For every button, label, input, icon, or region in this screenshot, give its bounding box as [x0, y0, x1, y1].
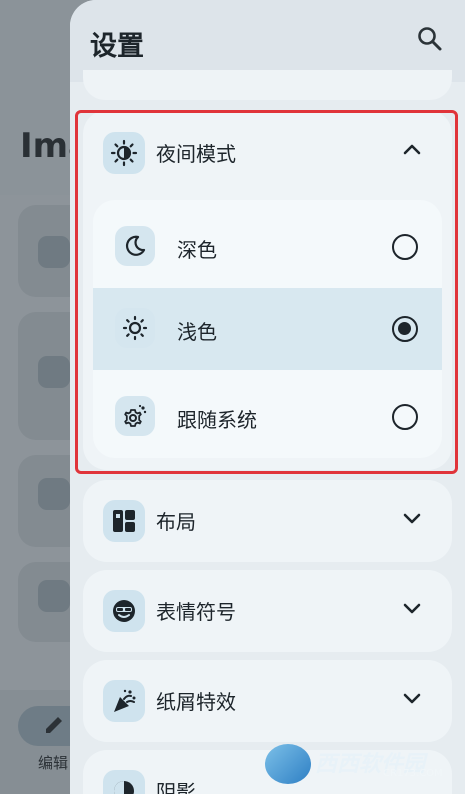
option-light[interactable]: 浅色 [93, 288, 442, 370]
watermark-logo [265, 744, 311, 784]
sun-icon [115, 308, 155, 348]
night-mode-label: 夜间模式 [156, 142, 236, 166]
option-light-label: 浅色 [177, 320, 217, 344]
watermark: 西西软件园 CR173.COM [265, 742, 445, 786]
background-list-icon [38, 356, 70, 388]
section-layout[interactable]: 布局 [83, 480, 452, 562]
option-follow-system-radio[interactable] [392, 404, 418, 430]
section-shadow-label: 阴影 [156, 780, 196, 794]
option-dark-radio[interactable] [392, 234, 418, 260]
confetti-icon [103, 680, 145, 722]
night-mode-section: 夜间模式 深色 浅色 跟随系统 [83, 110, 452, 470]
layout-icon [103, 500, 145, 542]
night-mode-options: 深色 浅色 跟随系统 [93, 200, 442, 458]
background-crop-icon [38, 580, 70, 612]
section-emoji-label: 表情符号 [156, 600, 236, 624]
background-nav-label: 编辑 [38, 754, 69, 772]
section-layout-label: 布局 [156, 510, 196, 534]
option-dark[interactable]: 深色 [93, 206, 442, 288]
search-icon [418, 27, 442, 51]
night-mode-icon [103, 132, 145, 174]
option-dark-label: 深色 [177, 238, 217, 262]
section-confetti[interactable]: 纸屑特效 [83, 660, 452, 742]
chevron-up-icon[interactable] [402, 142, 422, 156]
option-follow-system-label: 跟随系统 [177, 408, 257, 432]
watermark-url: CR173.COM [383, 768, 443, 779]
radio-selected-dot [398, 322, 411, 335]
settings-drawer: 设置 夜间模式 深色 浅色 跟随系统 布局 表情符号 纸屑特效 阴影 [70, 0, 465, 794]
moon-icon [115, 226, 155, 266]
drawer-title: 设置 [90, 31, 144, 62]
section-confetti-label: 纸屑特效 [156, 690, 236, 714]
chevron-down-icon[interactable] [402, 512, 422, 526]
emoji-icon [103, 590, 145, 632]
search-button[interactable] [415, 24, 445, 54]
background-edit-icon [38, 236, 70, 268]
option-light-radio[interactable] [392, 316, 418, 342]
previous-section-card [83, 70, 452, 100]
section-emoji[interactable]: 表情符号 [83, 570, 452, 652]
chevron-down-icon[interactable] [402, 602, 422, 616]
settings-gear-icon [115, 396, 155, 436]
background-sync-icon [38, 478, 70, 510]
night-mode-header[interactable]: 夜间模式 [83, 110, 452, 194]
chevron-down-icon[interactable] [402, 692, 422, 706]
option-follow-system[interactable]: 跟随系统 [93, 376, 442, 458]
shadow-icon [103, 770, 145, 794]
